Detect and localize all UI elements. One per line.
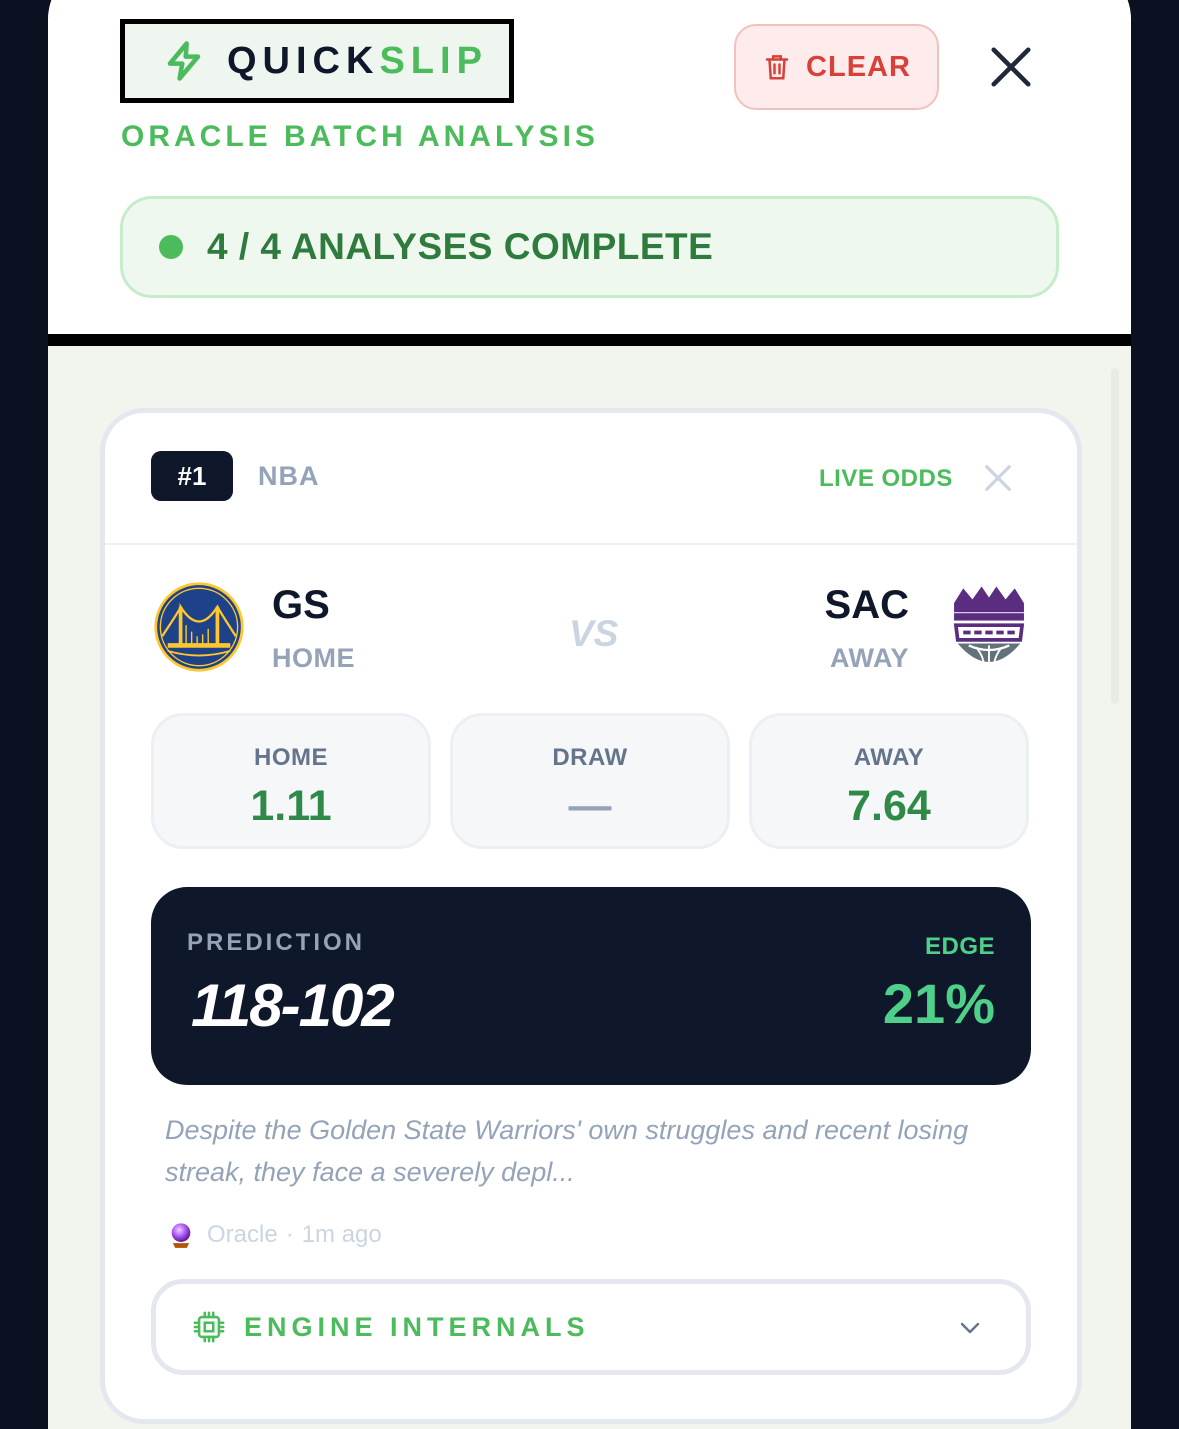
live-odds-label: LIVE ODDS xyxy=(819,465,953,492)
close-icon[interactable] xyxy=(988,44,1034,90)
panel-header: QUICKSLIP CLEAR ORACLE BATCH ANALYSIS 4 … xyxy=(48,0,1131,346)
match-card: #1 NBA LIVE ODDS GS HOME VS SAC AWAY HOM… xyxy=(100,408,1082,1424)
home-team-side: HOME xyxy=(272,643,355,673)
scrollbar[interactable] xyxy=(1111,368,1119,704)
prediction-score: 118-102 xyxy=(191,972,395,1039)
brand-title-part2: SLIP xyxy=(379,39,488,82)
away-odds-value: 7.64 xyxy=(847,782,931,830)
remove-match-close-icon[interactable] xyxy=(983,463,1013,493)
rank-badge: #1 xyxy=(151,451,233,501)
away-odds-cell[interactable]: AWAY 7.64 xyxy=(749,713,1029,849)
engine-internals-label: ENGINE INTERNALS xyxy=(244,1311,590,1342)
away-odds-label: AWAY xyxy=(853,744,925,771)
warriors-logo xyxy=(154,582,244,672)
league-label: NBA xyxy=(258,461,320,491)
status-dot xyxy=(159,235,183,259)
card-header: #1 NBA LIVE ODDS xyxy=(105,413,1077,545)
prediction-panel: PREDICTION 118-102 EDGE 21% xyxy=(151,887,1031,1085)
home-odds-label: HOME xyxy=(254,744,328,771)
panel-subtitle: ORACLE BATCH ANALYSIS xyxy=(121,120,599,153)
kings-logo xyxy=(953,586,1025,670)
chevron-down-icon xyxy=(960,1322,980,1334)
brand-title-part1: QUICK xyxy=(227,39,380,82)
brand-badge: QUICKSLIP xyxy=(120,19,514,103)
draw-odds-value: — xyxy=(568,782,612,830)
lightning-icon xyxy=(167,41,201,81)
edge-value: 21% xyxy=(882,972,995,1035)
status-text: 4 / 4 ANALYSES COMPLETE xyxy=(207,226,714,267)
home-team-code: GS xyxy=(272,583,330,627)
analysis-meta: Oracle · 1m ago xyxy=(167,1221,382,1249)
clear-button[interactable]: CLEAR xyxy=(734,24,939,110)
home-odds-cell[interactable]: HOME 1.11 xyxy=(151,713,431,849)
draw-odds-cell[interactable]: DRAW — xyxy=(450,713,730,849)
draw-odds-label: DRAW xyxy=(552,744,628,771)
vs-label: VS xyxy=(569,613,619,654)
analysis-summary: Despite the Golden State Warriors' own s… xyxy=(165,1115,969,1187)
meta-author: Oracle xyxy=(207,1221,278,1248)
clear-button-label: CLEAR xyxy=(806,50,911,83)
engine-internals-toggle[interactable]: ENGINE INTERNALS xyxy=(151,1279,1031,1375)
meta-separator: · xyxy=(285,1221,294,1248)
away-team-side: AWAY xyxy=(829,643,909,673)
edge-label: EDGE xyxy=(924,933,995,960)
away-team-code: SAC xyxy=(824,583,909,627)
status-banner: 4 / 4 ANALYSES COMPLETE xyxy=(120,196,1059,298)
trash-icon xyxy=(765,55,789,80)
meta-time: 1m ago xyxy=(301,1221,382,1248)
chip-icon xyxy=(193,1311,225,1343)
crystal-ball-icon xyxy=(171,1223,191,1248)
home-odds-value: 1.11 xyxy=(250,782,332,830)
prediction-label: PREDICTION xyxy=(187,929,366,956)
quickslip-panel: QUICKSLIP CLEAR ORACLE BATCH ANALYSIS 4 … xyxy=(48,0,1131,1429)
brand-title: QUICKSLIP xyxy=(227,40,488,83)
